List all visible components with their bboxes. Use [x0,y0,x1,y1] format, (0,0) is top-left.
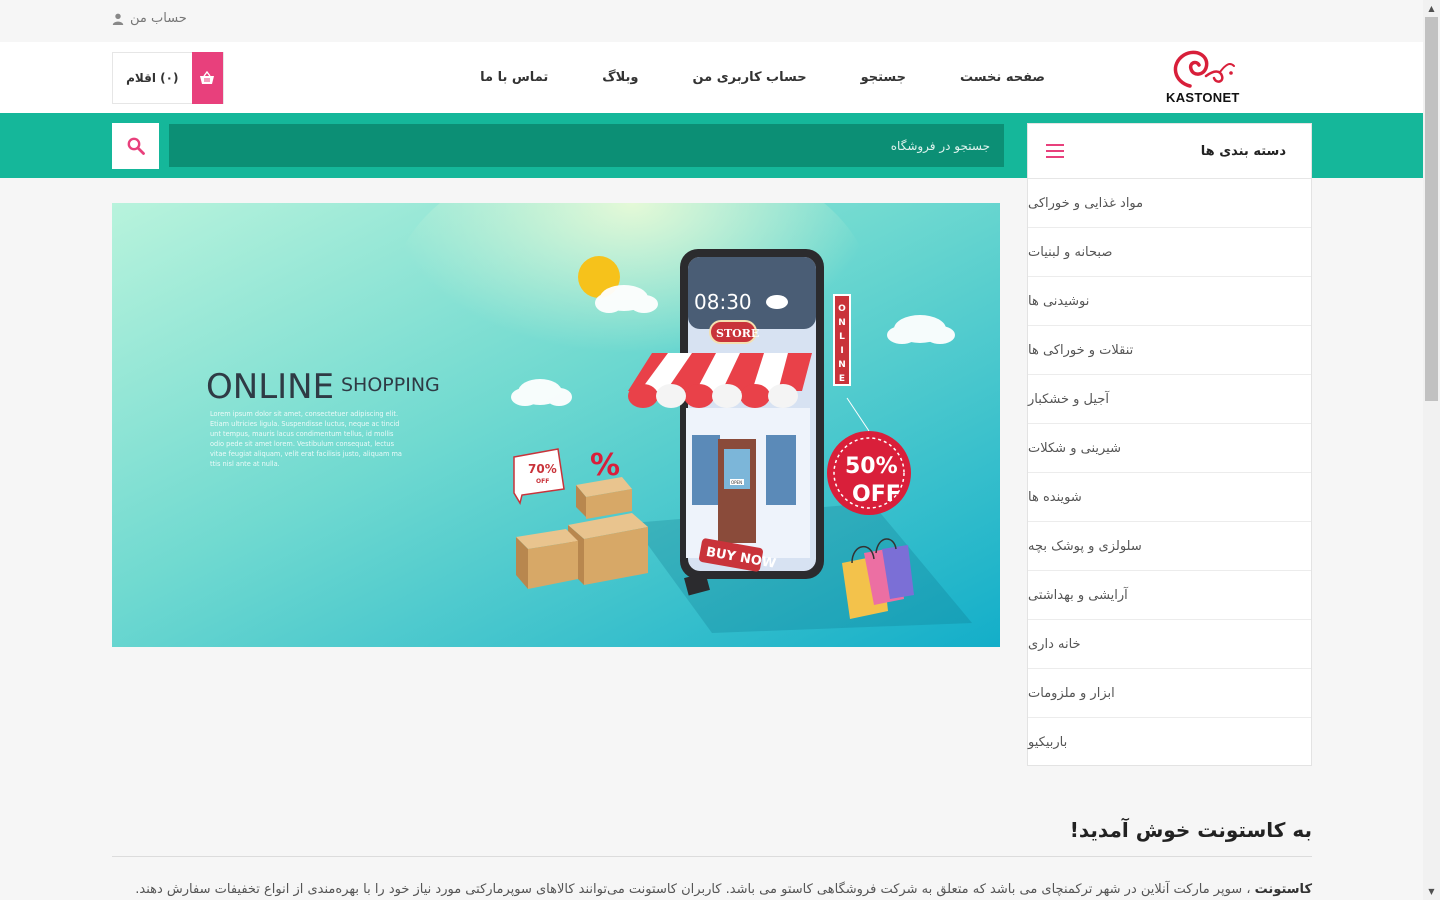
svg-text:N: N [838,318,846,328]
hero-banner[interactable]: ONLINE SHOPPING Lorem ipsum dolor sit am… [112,203,1000,647]
category-item-barbecue[interactable]: باربیکیو [1028,718,1311,767]
category-panel: دسته بندی ها مواد غذایی و خوراکی صبحانه … [1027,123,1312,766]
search-icon [127,137,145,155]
category-item-snacks[interactable]: تنقلات و خوراکی ها [1028,326,1311,375]
category-item-breakfast-dairy[interactable]: صبحانه و لبنیات [1028,228,1311,277]
category-item-tissue-diapers[interactable]: سلولزی و پوشک بچه [1028,522,1311,571]
hamburger-icon[interactable] [1046,144,1064,158]
tag-percent: 70% [528,462,557,476]
banner-lorem-line: unt tempus, mauris lacus condimentum tel… [210,430,394,438]
banner-subheadline: SHOPPING [341,374,440,396]
search-input[interactable] [169,124,1004,167]
search-button[interactable] [112,123,159,169]
brand-name: کاستونت [1254,882,1312,897]
category-item-food[interactable]: مواد غذایی و خوراکی [1028,179,1311,228]
main-nav: صفحه نخست جستجو حساب کاربری من وبلاگ تما… [426,42,1045,113]
user-icon [112,13,124,25]
category-title: دسته بندی ها [1200,143,1286,159]
category-item-drinks[interactable]: نوشیدنی ها [1028,277,1311,326]
site-logo[interactable]: KASTONET [1160,46,1240,108]
nav-search[interactable]: جستجو [861,70,906,85]
category-item-housekeeping[interactable]: خانه داری [1028,620,1311,669]
nav-home[interactable]: صفحه نخست [960,70,1045,85]
discount-off: OFF [852,482,901,507]
main-header: (۰) اقلام صفحه نخست جستجو حساب کاربری من… [0,42,1423,113]
welcome-body: ، سوپر مارکت آنلاین در شهر ترکمنچای می ب… [135,882,1251,897]
welcome-text: کاستونت ، سوپر مارکت آنلاین در شهر ترکمن… [135,882,1312,897]
cart-count-label[interactable]: (۰) اقلام [113,53,192,103]
divider [112,856,1312,857]
scroll-down-arrow-icon[interactable]: ▼ [1423,883,1440,900]
top-bar: حساب من [0,0,1423,42]
category-item-nuts[interactable]: آجیل و خشکبار [1028,375,1311,424]
category-item-sweets[interactable]: شیرینی و شکلات [1028,424,1311,473]
category-header[interactable]: دسته بندی ها [1028,124,1311,179]
discount-percent: 50% [845,454,898,479]
cart-widget[interactable]: (۰) اقلام [112,52,224,104]
banner-lorem-line: Lorem ipsum dolor sit amet, consectetuer… [210,410,398,418]
svg-text:O: O [838,304,846,314]
nav-blog[interactable]: وبلاگ [602,70,638,85]
my-account-link[interactable]: حساب من [112,11,187,26]
banner-illustration: ONLINE SHOPPING Lorem ipsum dolor sit am… [112,203,1000,647]
store-sign: STORE [716,327,759,340]
tag-off: OFF [536,478,549,485]
svg-text:I: I [840,346,843,356]
scroll-thumb[interactable] [1425,17,1438,401]
basket-icon [200,71,215,84]
banner-headline: ONLINE [206,367,334,407]
logo-mark [1173,50,1235,88]
open-sign: OPEN [731,480,742,485]
phone-time: 08:30 [694,290,752,314]
nav-my-account[interactable]: حساب کاربری من [692,70,806,85]
account-label: حساب من [130,11,187,26]
category-item-cosmetics[interactable]: آرایشی و بهداشتی [1028,571,1311,620]
banner-lorem-line: ttis nisl ante at nulla. [210,460,280,468]
banner-lorem-line: odio pede sit amet lorem. Vestibulum con… [210,440,395,448]
welcome-title: به کاستونت خوش آمدید! [1069,818,1312,842]
cart-button[interactable] [191,52,223,104]
page-scrollbar[interactable]: ▲ ▼ [1423,0,1440,900]
banner-lorem-line: vitae feugiat aliquam, velit erat facili… [210,450,402,458]
category-item-tools[interactable]: ابزار و ملزومات [1028,669,1311,718]
percent-symbol: % [590,448,620,483]
scroll-up-arrow-icon[interactable]: ▲ [1423,0,1440,17]
nav-contact[interactable]: تماس با ما [480,70,548,85]
banner-lorem-line: Etiam ultricies ligula. Suspendisse luct… [210,420,399,428]
category-item-detergents[interactable]: شوینده ها [1028,473,1311,522]
logo-text: KASTONET [1166,90,1240,105]
svg-text:L: L [839,332,845,342]
svg-text:E: E [839,374,845,384]
svg-text:N: N [838,360,846,370]
